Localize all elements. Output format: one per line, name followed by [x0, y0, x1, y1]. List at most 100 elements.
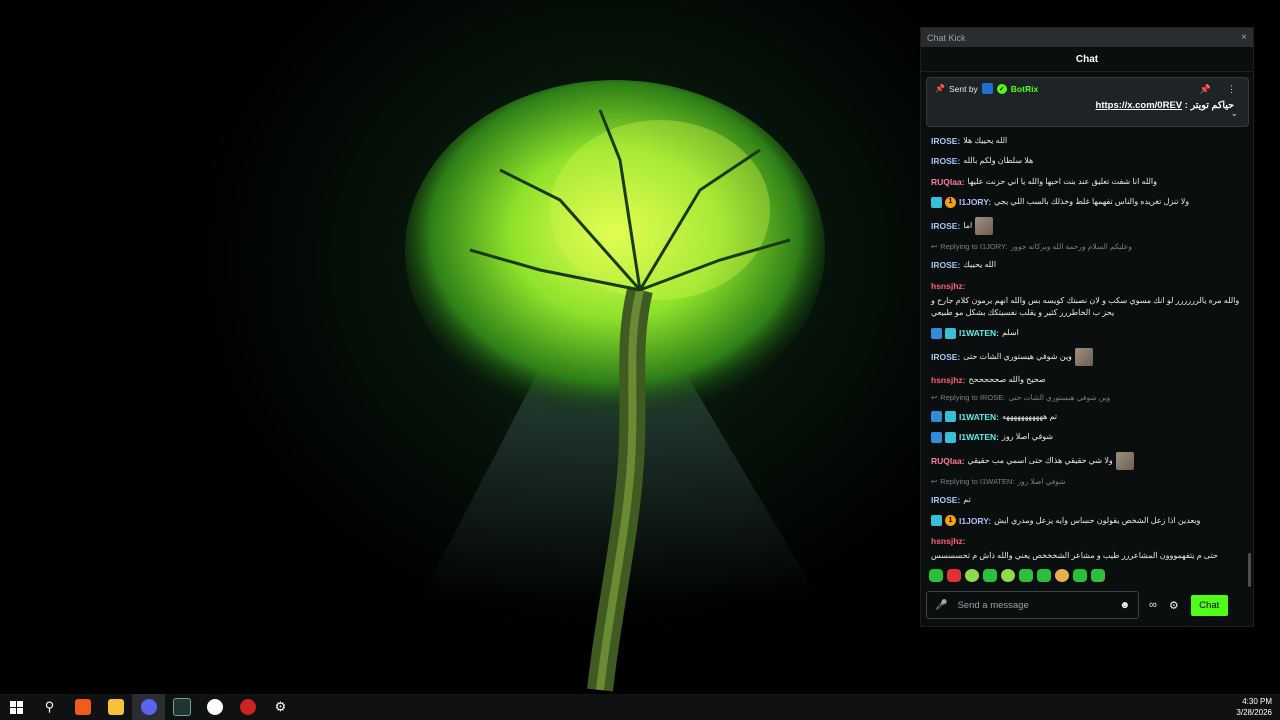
close-icon[interactable]: ×: [1241, 32, 1247, 43]
username[interactable]: IROSE:: [931, 220, 960, 232]
username[interactable]: RUQlaa:: [931, 176, 965, 188]
reply-label: Replying to I1WATEN:: [940, 476, 1015, 486]
emote-icon[interactable]: [1073, 569, 1087, 582]
infinity-icon[interactable]: ∞: [1149, 599, 1157, 611]
subscriber-badge-icon: [945, 431, 956, 443]
chat-message[interactable]: hsnsjhz: والله مره يالرررررر لو انك مسوي …: [931, 280, 1247, 319]
pinned-link[interactable]: https://x.com/0REV: [1096, 100, 1183, 111]
emote-icon[interactable]: [1019, 569, 1033, 582]
settings-gear-icon[interactable]: ⚙: [264, 694, 297, 720]
chat-message[interactable]: IROSE: الله يحييك هلا: [931, 135, 1247, 147]
unpin-icon[interactable]: 📌: [1200, 84, 1211, 95]
settings-icon[interactable]: ⚙: [1169, 599, 1179, 612]
window-titlebar[interactable]: Chat Kick ×: [921, 28, 1253, 47]
gift-badge-icon: 1: [945, 515, 956, 526]
reply-text: شوفي اصلا روز: [1017, 476, 1066, 486]
username[interactable]: IROSE:: [931, 259, 960, 271]
emote-icon[interactable]: [965, 569, 979, 582]
brave-browser-icon[interactable]: [66, 694, 99, 720]
username[interactable]: I1JORY:: [959, 515, 991, 527]
pinned-text-arabic: حياكم تويتر :: [1184, 100, 1234, 111]
microphone-icon[interactable]: 🎤: [935, 600, 947, 611]
chevron-down-icon[interactable]: ⌄: [1230, 108, 1238, 119]
username[interactable]: IROSE:: [931, 135, 960, 147]
reply-context[interactable]: ↩ Replying to I1WATEN: شوفي اصلا روز: [931, 477, 1247, 486]
username[interactable]: IROSE:: [931, 494, 960, 506]
start-button[interactable]: [0, 694, 33, 720]
reply-context[interactable]: ↩ Replying to I1JORY: وعليكم السلام ورحمة …: [931, 242, 1247, 251]
reply-arrow-icon: ↩: [931, 476, 938, 486]
gift-badge-icon: 1: [945, 196, 956, 208]
chat-message[interactable]: 1 I1JORY: ولا تنزل تغريده والناس تفهمها غل…: [931, 196, 1247, 208]
pin-icon: 📌: [935, 84, 945, 93]
message-text: الله يحييك: [963, 260, 997, 269]
emote-icon[interactable]: [1037, 569, 1051, 582]
reply-context[interactable]: ↩ Replying to IROSE: وين شوفي هيستوري الشا…: [931, 393, 1247, 402]
chat-message[interactable]: I1WATEN: تم هههههههههههه: [931, 411, 1247, 423]
username[interactable]: hsnsjhz:: [931, 374, 965, 386]
terminal-icon[interactable]: [165, 694, 198, 720]
emote-image-icon: [1115, 451, 1134, 470]
emote-image-icon: [1074, 347, 1093, 366]
system-clock[interactable]: 4:30 PM 3/28/2026: [1236, 696, 1272, 718]
chat-message[interactable]: I1WATEN: اسلم: [931, 327, 1247, 339]
chat-message[interactable]: RUQlaa: ولا شي حقيقي هذاك حتى اسمي مب حقي…: [931, 451, 1247, 470]
reply-text: وعليكم السلام ورحمة الله وبركاته جوور: [1010, 241, 1132, 251]
message-text: والله مره يالرررررر لو انك مسوي سكب و لا…: [931, 295, 1240, 317]
message-text: تم هههههههههههه: [1001, 411, 1058, 421]
username[interactable]: hsnsjhz:: [931, 535, 965, 547]
chat-header: Chat: [921, 47, 1253, 72]
subscriber-badge-icon: [931, 515, 942, 526]
username[interactable]: IROSE:: [931, 351, 960, 363]
emoji-icon[interactable]: ☻: [1119, 600, 1130, 611]
chat-message[interactable]: IROSE: تم: [931, 494, 1247, 506]
message-list[interactable]: IROSE: الله يحييك هلا IROSE: هلا سلطان ولكم…: [921, 126, 1247, 564]
chat-message[interactable]: IROSE: وين شوفي هيستوري الشات حتى: [931, 347, 1247, 366]
pinned-message[interactable]: 📌 Sent by ✓ BotRix 📌 ⋮ حياكم تويتر : htt…: [926, 77, 1249, 127]
username[interactable]: I1WATEN:: [959, 327, 999, 339]
username[interactable]: RUQlaa:: [931, 455, 965, 467]
chat-message[interactable]: IROSE: الله يحييك: [931, 259, 1247, 271]
emote-icon[interactable]: [1091, 569, 1105, 582]
search-icon[interactable]: ⚲: [33, 694, 66, 720]
chat-message[interactable]: IROSE: هلا سلطان ولكم بالله: [931, 155, 1247, 167]
bot-name[interactable]: BotRix: [1011, 84, 1038, 94]
message-input[interactable]: [955, 598, 1112, 612]
emote-icon[interactable]: [1055, 569, 1069, 582]
reply-label: Replying to IROSE:: [940, 393, 1006, 402]
username[interactable]: I1JORY:: [959, 196, 991, 208]
emote-icon[interactable]: [929, 569, 943, 582]
emote-icon[interactable]: [947, 569, 961, 582]
scrollbar[interactable]: [1248, 553, 1251, 587]
more-options-icon[interactable]: ⋮: [1227, 84, 1236, 95]
discord-icon[interactable]: [132, 694, 165, 720]
bot-logo-icon: [981, 83, 993, 94]
chat-message[interactable]: 1 I1JORY: وبعدين اذا زعل الشخص يقولون حساس…: [931, 515, 1247, 527]
sent-by-label: Sent by: [948, 83, 978, 94]
message-text: اسلم: [1001, 328, 1019, 337]
emote-icon[interactable]: [1001, 569, 1015, 582]
message-text: تم: [963, 495, 971, 504]
emote-bar: [929, 569, 1105, 582]
clock-date: 3/28/2026: [1236, 708, 1272, 717]
file-explorer-icon[interactable]: [99, 694, 132, 720]
emote-icon[interactable]: [983, 569, 997, 582]
chat-message[interactable]: hsnsjhz: حتى م يتفهمووون المشاعررر طيب و …: [931, 535, 1247, 562]
message-input-box[interactable]: 🎤 ☻: [926, 591, 1139, 619]
app-icon[interactable]: [231, 694, 264, 720]
emote-image-icon: [975, 216, 994, 235]
username[interactable]: IROSE:: [931, 155, 960, 167]
chat-message[interactable]: IROSE: اما: [931, 216, 1247, 235]
send-chat-button[interactable]: Chat: [1190, 594, 1228, 616]
username[interactable]: I1WATEN:: [959, 411, 999, 423]
reply-arrow-icon: ↩: [931, 241, 938, 251]
username[interactable]: I1WATEN:: [959, 431, 999, 443]
chat-message[interactable]: I1WATEN: شوفي اصلا روز: [931, 431, 1247, 443]
window-title: Chat Kick: [927, 32, 966, 43]
moderator-badge-icon: [931, 411, 942, 422]
chat-message[interactable]: hsnsjhz: صحيح والله صحححححح: [931, 374, 1247, 386]
chat-message[interactable]: RUQlaa: والله انا شفت تعليق عند بنت احبها…: [931, 176, 1247, 188]
b-app-icon[interactable]: [198, 694, 231, 720]
chat-window: Chat Kick × Chat 📌 Sent by ✓ BotRix 📌 ⋮ …: [920, 27, 1254, 627]
username[interactable]: hsnsjhz:: [931, 280, 965, 292]
